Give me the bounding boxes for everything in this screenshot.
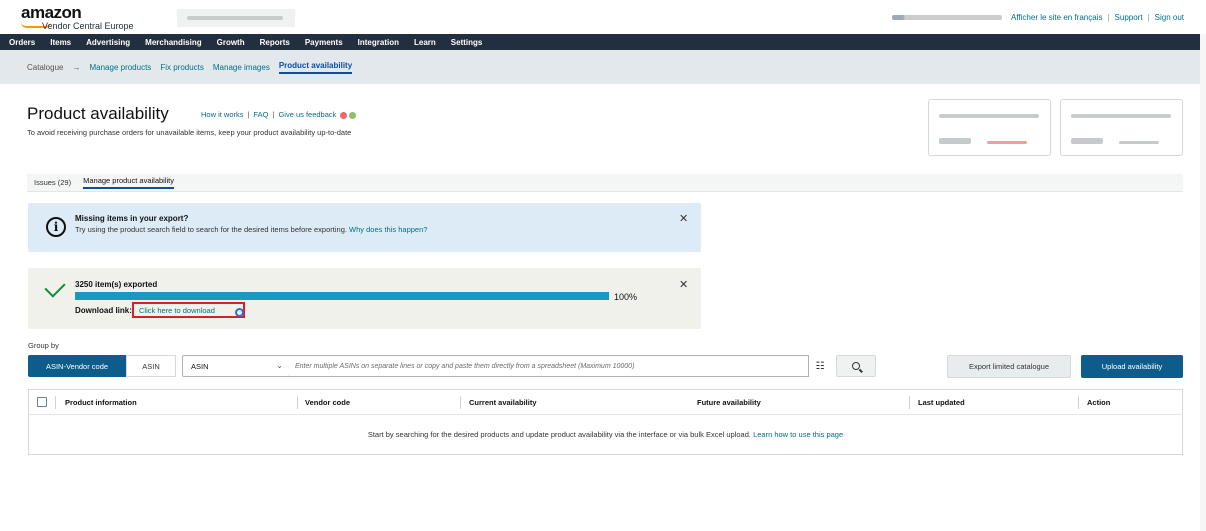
learn-how-link[interactable]: Learn how to use this page xyxy=(753,430,843,439)
header-links: Afficher le site en français | Support |… xyxy=(892,13,1184,22)
export-success-alert: 3250 item(s) exported 100% Download link… xyxy=(28,268,701,329)
subnav-manage-products[interactable]: Manage products xyxy=(89,63,151,72)
tab-issues[interactable]: Issues (29) xyxy=(34,178,71,187)
subnav-product-availability[interactable]: Product availability xyxy=(278,61,353,74)
group-asin-button[interactable]: ASIN xyxy=(126,355,176,377)
select-value: ASIN xyxy=(191,361,209,371)
french-site-link[interactable]: Afficher le site en français xyxy=(1011,13,1102,22)
divider: | xyxy=(272,110,275,119)
chevron-down-icon: ⌄ xyxy=(276,361,283,370)
search-icon xyxy=(852,362,860,370)
col-action: Action xyxy=(1087,398,1111,407)
sad-face-icon[interactable] xyxy=(340,111,348,119)
col-vendor-code[interactable]: Vendor code xyxy=(305,398,350,407)
nav-payments[interactable]: Payments xyxy=(305,38,343,47)
select-all-checkbox[interactable] xyxy=(37,397,47,407)
close-icon[interactable]: ✕ xyxy=(679,212,688,225)
empty-state-text: Start by searching for the desired produ… xyxy=(367,430,751,439)
nav-growth[interactable]: Growth xyxy=(217,38,245,47)
tab-bar: Issues (29) Manage product availability xyxy=(27,174,1183,192)
nav-learn[interactable]: Learn xyxy=(414,38,436,47)
tab-manage-availability[interactable]: Manage product availability xyxy=(83,176,174,189)
nav-items[interactable]: Items xyxy=(50,38,71,47)
card-trend-redacted xyxy=(1119,141,1159,144)
top-header: amazon Vendor Central Europe Afficher le… xyxy=(0,0,1206,34)
account-name-redacted xyxy=(187,16,283,20)
group-asin-vendor-code-button[interactable]: ASIN-Vendor code xyxy=(28,355,126,377)
card-label-redacted xyxy=(939,114,1039,118)
search-type-select[interactable]: ASIN ⌄ xyxy=(182,355,290,377)
account-switcher[interactable] xyxy=(177,9,295,27)
upload-availability-button[interactable]: Upload availability xyxy=(1081,355,1183,378)
asin-search-input[interactable]: Enter multiple ASINs on separate lines o… xyxy=(289,355,809,377)
amazon-vendor-central-logo[interactable]: amazon Vendor Central Europe xyxy=(21,3,134,31)
user-info-redacted xyxy=(892,15,1002,20)
breadcrumb-arrow-icon: → xyxy=(72,62,81,72)
download-label: Download link: xyxy=(75,306,132,315)
page-description: To avoid receiving purchase orders for u… xyxy=(27,128,352,137)
card-value-redacted xyxy=(1071,138,1103,144)
card-value-redacted xyxy=(939,138,971,144)
page-scrollbar[interactable] xyxy=(1200,34,1206,531)
column-divider xyxy=(1078,396,1079,409)
metric-card xyxy=(928,99,1051,156)
group-by-label: Group by xyxy=(28,341,59,350)
faq-link[interactable]: FAQ xyxy=(253,110,268,119)
main-nav: Orders Items Advertising Merchandising G… xyxy=(0,34,1206,50)
column-divider xyxy=(460,396,461,409)
table-empty-state: Start by searching for the desired produ… xyxy=(28,415,1183,455)
close-icon[interactable]: ✕ xyxy=(679,278,688,291)
divider: | xyxy=(1147,13,1150,22)
nav-advertising[interactable]: Advertising xyxy=(86,38,130,47)
nav-orders[interactable]: Orders xyxy=(9,38,35,47)
cursor-icon xyxy=(235,308,244,317)
nav-merchandising[interactable]: Merchandising xyxy=(145,38,201,47)
breadcrumb-catalogue[interactable]: Catalogue xyxy=(27,63,63,72)
progress-percent: 100% xyxy=(614,292,638,302)
divider: | xyxy=(1107,13,1110,22)
alert-title: Missing items in your export? xyxy=(75,214,189,223)
export-title: 3250 item(s) exported xyxy=(75,280,158,289)
divider: | xyxy=(247,110,250,119)
page-help-links: How it works | FAQ | Give us feedback xyxy=(201,110,357,119)
info-alert: i Missing items in your export? Try usin… xyxy=(28,203,701,252)
checkmark-icon xyxy=(44,276,66,298)
info-icon: i xyxy=(46,217,66,237)
nav-settings[interactable]: Settings xyxy=(451,38,483,47)
alert-text: Try using the product search field to se… xyxy=(75,225,427,234)
col-product-information[interactable]: Product information xyxy=(65,398,137,407)
export-catalogue-button[interactable]: Export limited catalogue xyxy=(947,355,1071,378)
subnav-fix-products[interactable]: Fix products xyxy=(160,63,204,72)
breadcrumb: Catalogue → Manage products Fix products… xyxy=(0,50,1206,84)
logo-wordmark: amazon xyxy=(21,3,82,22)
support-link[interactable]: Support xyxy=(1115,13,1143,22)
why-link[interactable]: Why does this happen? xyxy=(349,225,427,234)
column-divider xyxy=(297,396,298,409)
progress-bar xyxy=(75,292,609,300)
table-header: Product information Vendor code Current … xyxy=(28,389,1183,415)
col-future-availability[interactable]: Future availability xyxy=(697,398,761,407)
card-trend-redacted xyxy=(987,141,1027,144)
happy-face-icon[interactable] xyxy=(349,111,357,119)
column-divider xyxy=(909,396,910,409)
card-label-redacted xyxy=(1071,114,1171,118)
feedback-link[interactable]: Give us feedback xyxy=(278,110,336,119)
sign-out-link[interactable]: Sign out xyxy=(1155,13,1184,22)
page-title: Product availability xyxy=(27,104,169,123)
how-it-works-link[interactable]: How it works xyxy=(201,110,244,119)
nav-integration[interactable]: Integration xyxy=(358,38,399,47)
subnav-manage-images[interactable]: Manage images xyxy=(213,63,270,72)
highlight-box xyxy=(132,302,245,318)
column-divider xyxy=(55,396,56,409)
alert-body: Try using the product search field to se… xyxy=(75,225,347,234)
nav-reports[interactable]: Reports xyxy=(260,38,290,47)
progress-fill xyxy=(75,292,609,300)
col-last-updated[interactable]: Last updated xyxy=(918,398,965,407)
metric-card xyxy=(1060,99,1183,156)
search-button[interactable] xyxy=(836,355,876,377)
col-current-availability[interactable]: Current availability xyxy=(469,398,537,407)
filter-settings-icon[interactable]: ☷ xyxy=(810,356,830,376)
logo-subtitle: Vendor Central Europe xyxy=(42,21,134,31)
